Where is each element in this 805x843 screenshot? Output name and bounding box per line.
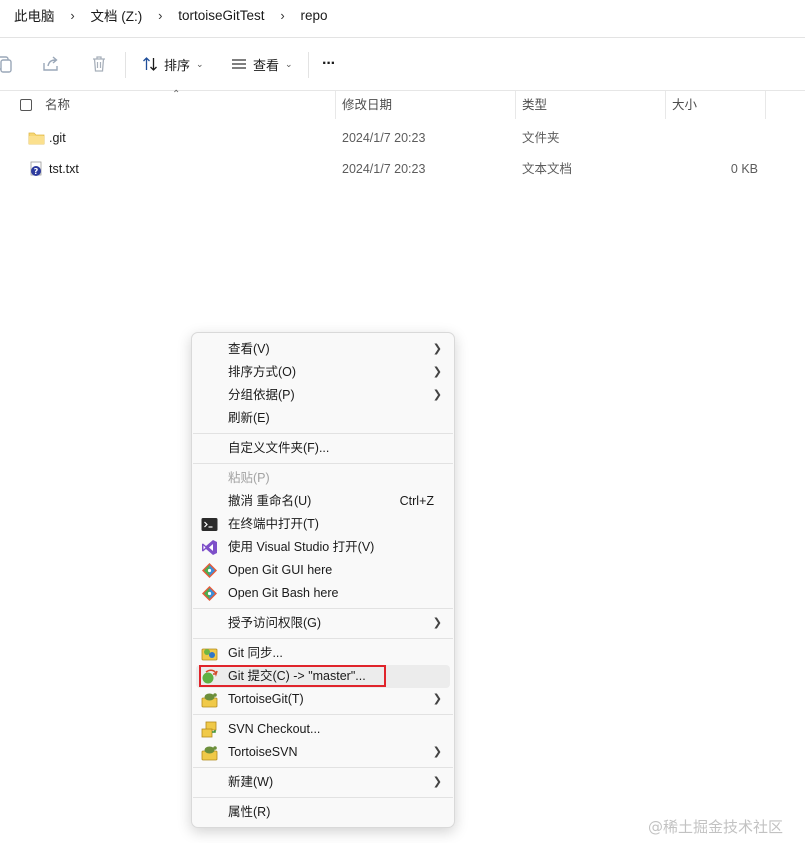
menu-separator: [193, 463, 453, 464]
file-type: 文件夹: [522, 131, 560, 145]
sort-arrows-icon: [143, 57, 157, 71]
undo-shortcut: Ctrl+Z: [399, 494, 434, 508]
breadcrumb-item-tortoisegittest[interactable]: tortoiseGitTest: [174, 8, 268, 23]
column-modified[interactable]: 修改日期: [342, 91, 392, 119]
menu-separator: [193, 608, 453, 609]
menu-item-open-visual-studio[interactable]: 使用 Visual Studio 打开(V): [192, 536, 454, 559]
sort-button[interactable]: 排序 ⌄: [142, 52, 204, 76]
chevron-right-icon: ❯: [432, 746, 442, 758]
menu-item-open-git-gui[interactable]: Open Git GUI here: [192, 559, 454, 582]
tortoisesvn-icon: [201, 746, 218, 761]
file-modified: 2024/1/7 20:23: [342, 162, 426, 176]
menu-item-sort-by[interactable]: 排序方式(O) ❯: [192, 361, 454, 384]
chevron-right-icon: ›: [280, 7, 285, 23]
tortoisegit-icon: [201, 693, 218, 708]
git-bash-icon: [202, 586, 217, 601]
file-type: 文本文档: [522, 162, 573, 176]
menu-item-open-in-terminal[interactable]: 在终端中打开(T): [192, 513, 454, 536]
breadcrumb-item-this-pc[interactable]: 此电脑: [10, 5, 59, 25]
text-file-question-icon: ?: [30, 161, 42, 176]
copy-icon[interactable]: [0, 54, 14, 74]
view-button-label: 查看: [253, 57, 280, 73]
view-button[interactable]: 查看 ⌄: [231, 52, 293, 76]
column-header: ⌃ 名称 修改日期 类型 大小: [0, 89, 805, 119]
chevron-right-icon: ❯: [432, 343, 442, 355]
chevron-right-icon: ❯: [432, 389, 442, 401]
column-divider[interactable]: [765, 91, 766, 119]
menu-item-open-git-bash[interactable]: Open Git Bash here: [192, 582, 454, 605]
sort-ascending-icon: ⌃: [172, 89, 181, 100]
toolbar-divider: [125, 52, 126, 78]
breadcrumb-item-repo[interactable]: repo: [297, 8, 332, 23]
toolbar-divider: [308, 52, 309, 78]
sort-button-label: 排序: [164, 57, 191, 73]
column-name[interactable]: 名称: [45, 91, 70, 119]
menu-item-svn-checkout[interactable]: SVN Checkout...: [192, 718, 454, 741]
chevron-down-icon: ⌄: [285, 58, 293, 69]
menu-separator: [193, 797, 453, 798]
column-type[interactable]: 类型: [522, 91, 547, 119]
menu-separator: [193, 767, 453, 768]
terminal-icon: [201, 518, 218, 531]
menu-item-grant-access[interactable]: 授予访问权限(G) ❯: [192, 612, 454, 635]
watermark: @稀土掘金技术社区: [648, 818, 784, 836]
file-size: [670, 123, 758, 153]
menu-item-undo-rename[interactable]: 撤消 重命名(U) Ctrl+Z: [192, 490, 454, 513]
toolbar: 排序 ⌄ 查看 ⌄ ···: [0, 38, 805, 90]
file-modified: 2024/1/7 20:23: [342, 131, 426, 145]
file-row[interactable]: .git 2024/1/7 20:23 文件夹: [0, 123, 805, 153]
column-size[interactable]: 大小: [672, 91, 697, 119]
list-view-icon: [232, 59, 246, 69]
svg-text:?: ?: [34, 167, 39, 176]
chevron-down-icon: ⌄: [196, 58, 204, 69]
menu-item-group-by[interactable]: 分组依据(P) ❯: [192, 384, 454, 407]
menu-item-properties[interactable]: 属性(R): [192, 801, 454, 824]
chevron-right-icon: ❯: [432, 776, 442, 788]
chevron-right-icon: ❯: [432, 693, 442, 705]
context-menu: 查看(V) ❯ 排序方式(O) ❯ 分组依据(P) ❯ 刷新(E) 自定义文件夹…: [191, 332, 455, 828]
column-divider[interactable]: [335, 91, 336, 119]
folder-icon: [28, 132, 45, 145]
menu-item-paste: 粘贴(P): [228, 471, 270, 485]
chevron-right-icon: ❯: [432, 366, 442, 378]
file-name: tst.txt: [49, 162, 79, 176]
chevron-right-icon: ›: [158, 7, 163, 23]
visual-studio-icon: [202, 540, 217, 555]
menu-separator: [193, 638, 453, 639]
chevron-right-icon: ❯: [432, 617, 442, 629]
breadcrumb: 此电脑 › 文档 (Z:) › tortoiseGitTest › repo: [0, 0, 805, 30]
file-row[interactable]: ? tst.txt 2024/1/7 20:23 文本文档 0 KB: [0, 154, 805, 184]
column-divider[interactable]: [665, 91, 666, 119]
git-sync-icon: [201, 648, 218, 661]
breadcrumb-item-documents-drive[interactable]: 文档 (Z:): [87, 5, 147, 25]
menu-item-tortoisesvn[interactable]: TortoiseSVN ❯: [192, 741, 454, 764]
more-options-button[interactable]: ···: [322, 52, 336, 76]
git-gui-icon: [202, 563, 217, 578]
column-divider[interactable]: [515, 91, 516, 119]
menu-separator: [193, 714, 453, 715]
svn-checkout-icon: [201, 721, 217, 738]
menu-item-customize-folder[interactable]: 自定义文件夹(F)...: [192, 437, 454, 460]
chevron-right-icon: ›: [70, 7, 75, 23]
highlight-annotation-box: [199, 665, 386, 687]
delete-icon[interactable]: [89, 54, 109, 74]
menu-separator: [193, 433, 453, 434]
menu-item-tortoisegit[interactable]: TortoiseGit(T) ❯: [192, 688, 454, 711]
menu-item-view[interactable]: 查看(V) ❯: [192, 338, 454, 361]
menu-item-refresh[interactable]: 刷新(E): [192, 407, 454, 430]
share-icon[interactable]: [41, 54, 61, 74]
select-all-checkbox[interactable]: [20, 99, 32, 111]
file-name: .git: [49, 131, 66, 145]
menu-item-new[interactable]: 新建(W) ❯: [192, 771, 454, 794]
menu-item-git-sync[interactable]: Git 同步...: [192, 642, 454, 665]
file-size: 0 KB: [730, 162, 758, 176]
